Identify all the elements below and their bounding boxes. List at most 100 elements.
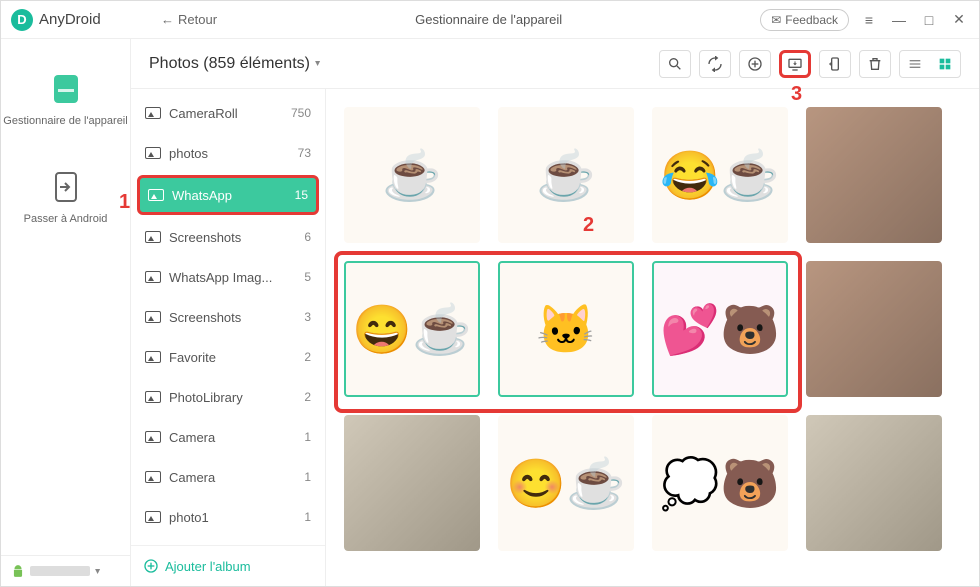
back-button[interactable]: ← Retour — [161, 12, 217, 27]
sticker-coffee-icon: 😂☕ — [660, 147, 780, 204]
feedback-label: Feedback — [785, 13, 838, 27]
album-icon — [145, 391, 161, 403]
titlebar-right: ✉ Feedback ≡ — □ ✕ — [760, 9, 969, 31]
album-item[interactable]: Screenshots3 — [131, 297, 325, 337]
album-name: WhatsApp — [172, 188, 232, 203]
sidebar-item-to-android[interactable]: Passer à Android — [24, 167, 108, 225]
grid-view-button[interactable] — [930, 51, 960, 77]
app-name: AnyDroid — [39, 11, 101, 28]
add-album-button[interactable]: Ajouter l'album — [131, 545, 325, 586]
photo-thumb[interactable] — [344, 415, 480, 551]
add-button[interactable] — [739, 50, 771, 78]
album-name: CameraRoll — [169, 106, 238, 121]
album-item[interactable]: Favorite2 — [131, 337, 325, 377]
photo-thumb[interactable]: 😂☕ — [652, 107, 788, 243]
album-count: 73 — [298, 146, 311, 160]
album-name: Camera — [169, 470, 215, 485]
sidebar-item-device-manager[interactable]: Gestionnaire de l'appareil — [3, 69, 127, 127]
section-title-dropdown[interactable]: Photos (859 éléments) ▸ — [149, 55, 320, 73]
album-icon — [145, 231, 161, 243]
album-icon — [145, 147, 161, 159]
album-name: WhatsApp Imag... — [169, 270, 272, 285]
photo-thumb[interactable]: ☕ — [344, 107, 480, 243]
feedback-button[interactable]: ✉ Feedback — [760, 9, 849, 31]
photo-thumb-selected[interactable]: 😄☕ — [344, 261, 480, 397]
sticker-coffee-icon: ☕ — [536, 147, 596, 204]
album-name: Camera — [169, 430, 215, 445]
export-to-pc-button[interactable] — [779, 50, 811, 78]
album-name: Favorite — [169, 350, 216, 365]
export-device-icon — [827, 56, 843, 72]
album-item[interactable]: Screenshots 6 — [131, 217, 325, 257]
photo-thumb-selected[interactable]: 🐱 — [498, 261, 634, 397]
album-item-whatsapp[interactable]: WhatsApp 15 — [137, 175, 319, 215]
album-count: 15 — [295, 188, 308, 202]
sidebar-label: Gestionnaire de l'appareil — [3, 115, 127, 127]
android-icon — [11, 564, 25, 578]
album-count: 750 — [291, 106, 311, 120]
trash-icon — [867, 56, 883, 72]
grid-icon — [937, 56, 953, 72]
search-button[interactable] — [659, 50, 691, 78]
export-to-device-button[interactable] — [819, 50, 851, 78]
toolbar: Photos (859 éléments) ▸ — [131, 39, 979, 89]
content-area: Photos (859 éléments) ▸ CameraRoll 750 — [131, 39, 979, 586]
chevron-down-icon: ▸ — [312, 61, 323, 66]
album-icon — [145, 271, 161, 283]
album-item[interactable]: CameraRoll 750 — [131, 93, 325, 133]
album-item[interactable]: photos73 — [131, 133, 325, 173]
photo-thumb[interactable]: 💭🐻 — [652, 415, 788, 551]
sticker-coffee-icon: 😄☕ — [352, 301, 472, 358]
export-pc-icon — [787, 56, 803, 72]
album-item[interactable]: WhatsApp Imag... 5 — [131, 257, 325, 297]
album-item[interactable]: Camera 1 — [131, 417, 325, 457]
delete-button[interactable] — [859, 50, 891, 78]
album-count: 1 — [304, 430, 311, 444]
album-name: PhotoLibrary — [169, 390, 243, 405]
sticker-coffee-icon: 😊☕ — [506, 455, 626, 512]
app-logo-icon: D — [11, 9, 33, 31]
photo-thumb[interactable] — [806, 415, 942, 551]
maximize-button[interactable]: □ — [919, 12, 939, 28]
close-button[interactable]: ✕ — [949, 11, 969, 28]
view-toggle — [899, 50, 961, 78]
album-name: photo1 — [169, 510, 209, 525]
album-name: Screenshots — [169, 230, 241, 245]
minimize-button[interactable]: — — [889, 12, 909, 28]
body-row: CameraRoll750 photos73 WhatsApp15 Screen… — [131, 89, 979, 586]
section-title-label: Photos (859 éléments) — [149, 55, 310, 73]
album-item[interactable]: Camera1 — [131, 457, 325, 497]
titlebar: D AnyDroid ← Retour Gestionnaire de l'ap… — [1, 1, 979, 39]
main-area: Gestionnaire de l'appareil Passer à Andr… — [1, 39, 979, 586]
album-item[interactable]: photo11 — [131, 497, 325, 537]
device-manager-icon — [46, 69, 86, 109]
album-item[interactable]: PhotoLibrary 2 — [131, 377, 325, 417]
arrow-left-icon: ← — [161, 12, 174, 27]
photo-thumb[interactable] — [806, 107, 942, 243]
thumb-row: 😄☕ 🐱 💕🐻 — [344, 261, 961, 397]
thumb-row: 😊☕ 💭🐻 — [344, 415, 961, 551]
album-count: 2 — [304, 390, 311, 404]
album-icon — [145, 351, 161, 363]
search-icon — [667, 56, 683, 72]
menu-icon[interactable]: ≡ — [859, 12, 879, 28]
photo-thumb[interactable] — [806, 261, 942, 397]
refresh-button[interactable] — [699, 50, 731, 78]
sticker-cat-icon: 🐱 — [536, 301, 596, 358]
list-view-button[interactable] — [900, 51, 930, 77]
left-sidebar: Gestionnaire de l'appareil Passer à Andr… — [1, 39, 131, 586]
device-status[interactable]: ▸ — [1, 555, 130, 586]
plus-circle-icon — [143, 558, 159, 574]
photo-thumb[interactable]: ☕ — [498, 107, 634, 243]
album-icon — [148, 189, 164, 201]
photo-thumb-selected[interactable]: 💕🐻 — [652, 261, 788, 397]
album-count: 6 — [304, 230, 311, 244]
album-count: 5 — [304, 270, 311, 284]
logo-area: D AnyDroid — [11, 9, 131, 31]
album-icon — [145, 511, 161, 523]
album-list: CameraRoll750 photos73 WhatsApp15 Screen… — [131, 89, 326, 586]
photo-thumb[interactable]: 😊☕ — [498, 415, 634, 551]
device-name — [30, 566, 90, 576]
album-name: Screenshots — [169, 310, 241, 325]
add-album-label: Ajouter l'album — [165, 559, 251, 574]
